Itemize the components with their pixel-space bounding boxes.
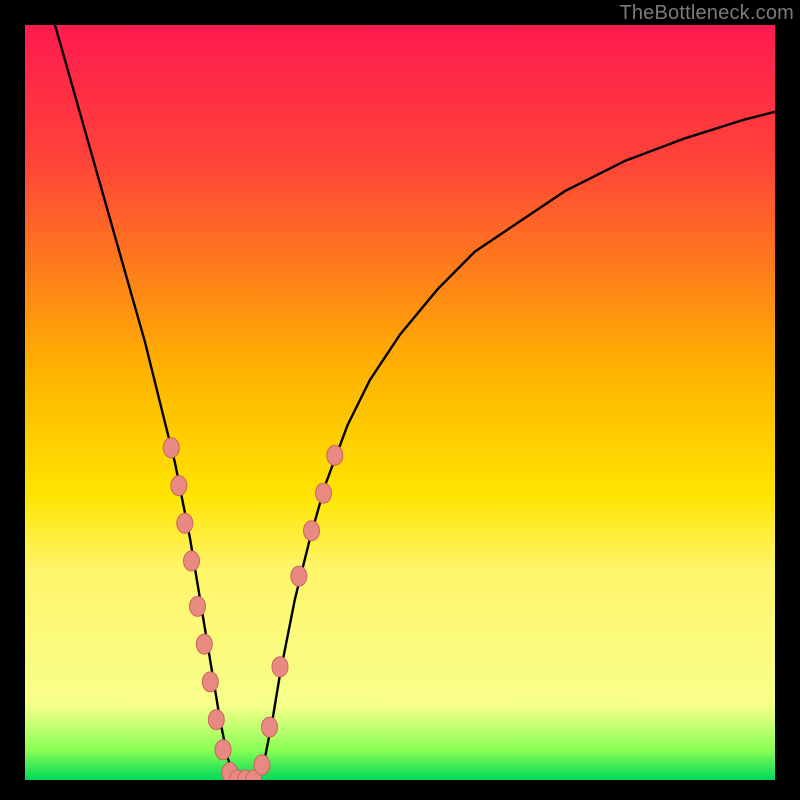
marker-dot xyxy=(327,445,343,465)
chart-svg xyxy=(25,25,775,780)
marker-dot xyxy=(262,717,278,737)
marker-dot xyxy=(184,551,200,571)
marker-dot xyxy=(291,566,307,586)
marker-dot xyxy=(177,513,193,533)
marker-dot xyxy=(190,596,206,616)
marker-dot xyxy=(163,438,179,458)
watermark-text: TheBottleneck.com xyxy=(619,2,794,25)
marker-dot xyxy=(272,657,288,677)
marker-dot xyxy=(196,634,212,654)
gradient-background xyxy=(25,25,775,780)
marker-dot xyxy=(316,483,332,503)
chart-frame xyxy=(25,25,775,780)
marker-dot xyxy=(304,521,320,541)
marker-dot xyxy=(215,740,231,760)
marker-dot xyxy=(208,710,224,730)
marker-dot xyxy=(254,755,270,775)
marker-dot xyxy=(202,672,218,692)
marker-dot xyxy=(171,476,187,496)
